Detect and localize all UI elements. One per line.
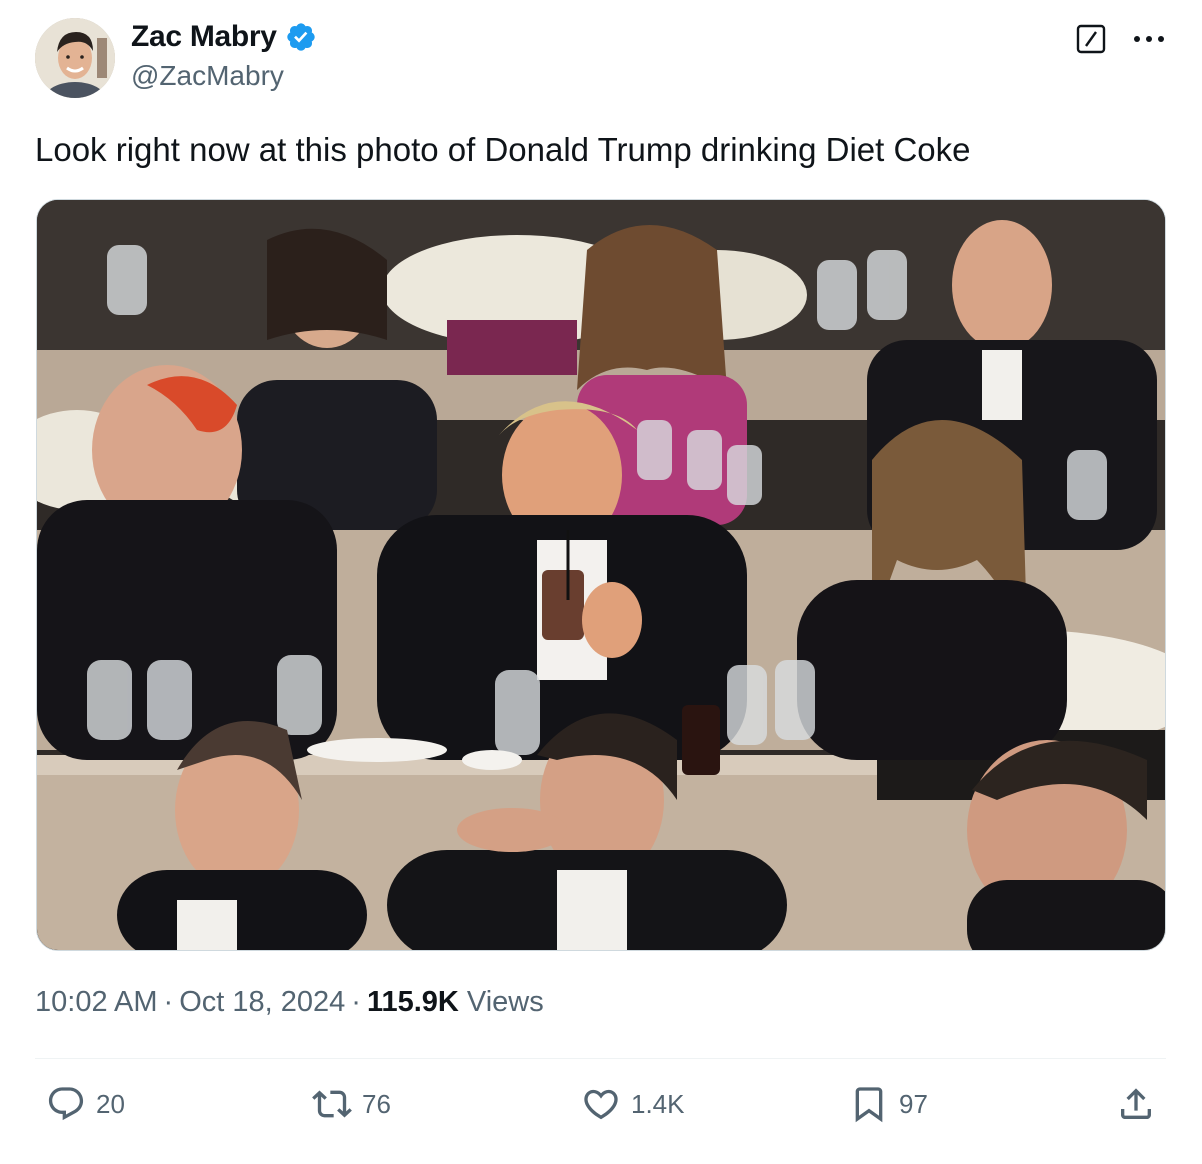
bookmark-button[interactable]: 97 (849, 1084, 928, 1124)
tweet-photo[interactable] (36, 199, 1166, 951)
header-actions (1076, 24, 1166, 54)
tweet-card: Zac Mabry @ZacMabry Look right now at th… (0, 0, 1202, 1164)
heart-icon (584, 1089, 618, 1120)
tweet-time[interactable]: 10:02 AM (35, 986, 158, 1018)
grok-icon[interactable] (1076, 24, 1106, 54)
reply-count: 20 (96, 1088, 125, 1119)
tweet-meta: 10:02 AM · Oct 18, 2024 · 115.9K Views (35, 986, 544, 1019)
action-bar: 20 76 1.4K 97 (0, 1084, 1202, 1132)
repost-button[interactable]: 76 (312, 1084, 391, 1124)
avatar[interactable] (35, 18, 115, 98)
tweet-text: Look right now at this photo of Donald T… (35, 131, 971, 168)
photo-image (37, 200, 1165, 950)
repost-count: 76 (362, 1088, 391, 1119)
repost-icon (312, 1090, 352, 1118)
verified-badge-icon (287, 23, 315, 51)
like-button[interactable]: 1.4K (581, 1084, 685, 1124)
meta-separator: · (163, 986, 174, 1018)
avatar-image (35, 18, 115, 98)
author-handle[interactable]: @ZacMabry (131, 60, 284, 92)
meta-separator-2: · (351, 986, 361, 1018)
like-count: 1.4K (631, 1088, 685, 1119)
share-icon (1121, 1088, 1151, 1119)
more-icon[interactable] (1132, 24, 1166, 54)
divider (35, 1058, 1166, 1059)
reply-icon (48, 1087, 84, 1121)
display-name[interactable]: Zac Mabry (131, 20, 277, 54)
tweet-date[interactable]: Oct 18, 2024 (179, 986, 345, 1018)
bookmark-count: 97 (899, 1088, 928, 1119)
more-dots-icon (1134, 36, 1164, 42)
reply-button[interactable]: 20 (46, 1084, 125, 1124)
author-name-row[interactable]: Zac Mabry (131, 20, 317, 54)
share-button[interactable] (1116, 1084, 1156, 1124)
views-label: Views (466, 986, 544, 1018)
views-count: 115.9K (366, 986, 459, 1018)
bookmark-icon (855, 1087, 883, 1123)
